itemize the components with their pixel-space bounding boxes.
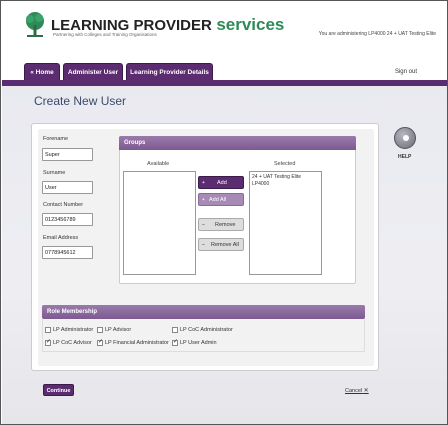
page-title: Create New User — [34, 94, 127, 108]
list-item[interactable]: LP4000 — [252, 181, 319, 188]
role-label-lp-user-admin: LP User Admin — [180, 340, 217, 346]
remove-all-button-label: Remove All — [211, 242, 239, 248]
remove-button-label: Remove — [215, 222, 236, 228]
contact-number-label: Contact Number — [43, 202, 84, 208]
close-icon: ✕ — [363, 388, 369, 394]
add-button-label: Add — [217, 180, 227, 186]
help-icon[interactable] — [394, 127, 416, 149]
role-checkbox-lp-coc-advisor[interactable] — [45, 338, 51, 346]
brand-tagline: Partnering with Colleges and Training Or… — [53, 32, 157, 37]
tab-learning-provider-details[interactable]: Learning Provider Details — [126, 63, 213, 81]
tab-home[interactable]: « Home — [24, 63, 60, 81]
remove-all-button[interactable]: – Remove All — [198, 238, 244, 251]
role-label-lp-coc-administrator: LP CoC Administrator — [180, 327, 233, 333]
role-checkbox-lp-administrator[interactable] — [45, 327, 51, 333]
available-groups-list[interactable] — [123, 171, 196, 275]
signout-link[interactable]: Sign out — [395, 69, 417, 75]
list-item[interactable]: 24 + UAT Testing Elite — [252, 174, 319, 181]
minus-icon: – — [202, 242, 205, 248]
role-checkbox-lp-advisor[interactable] — [97, 327, 103, 333]
brand-name-part2: services — [216, 15, 285, 34]
role-membership-area — [42, 319, 365, 352]
tab-administer-user[interactable]: Administer User — [63, 63, 123, 81]
role-label-lp-administrator: LP Administrator — [53, 327, 94, 333]
surname-field[interactable] — [42, 181, 93, 194]
tree-logo-icon — [26, 12, 44, 37]
add-button[interactable]: + Add — [198, 176, 244, 189]
app-window: LEARNING PROVIDER services Partnering wi… — [0, 0, 448, 425]
help-label[interactable]: HELP — [398, 154, 411, 160]
surname-label: Surname — [43, 170, 66, 176]
cancel-label: Cancel — [345, 388, 363, 394]
selected-groups-list[interactable]: 24 + UAT Testing Elite LP4000 — [249, 171, 322, 275]
plus-icon: + — [202, 197, 205, 203]
selected-label: Selected — [274, 161, 296, 167]
forename-label: Forename — [43, 136, 69, 142]
remove-button[interactable]: – Remove — [198, 218, 244, 231]
add-all-button-label: Add All — [209, 197, 227, 203]
plus-icon: + — [202, 180, 205, 186]
role-label-lp-coc-advisor: LP CoC Advisor — [53, 340, 92, 346]
role-label-lp-advisor: LP Advisor — [105, 327, 132, 333]
role-checkbox-lp-user-admin[interactable] — [172, 338, 178, 346]
email-label: Email Address — [43, 235, 79, 241]
cancel-link[interactable]: Cancel ✕ — [345, 387, 369, 394]
user-context-info: You are administering LP4000 24 + UAT Te… — [318, 31, 436, 37]
add-all-button[interactable]: + Add All — [198, 193, 244, 206]
email-field[interactable] — [42, 246, 93, 259]
available-label: Available — [147, 161, 170, 167]
role-checkbox-lp-financial-administrator[interactable] — [97, 338, 103, 346]
role-checkbox-lp-coc-administrator[interactable] — [172, 327, 178, 333]
groups-header: Groups — [119, 136, 356, 150]
minus-icon: – — [202, 222, 205, 228]
contact-number-field[interactable] — [42, 213, 93, 226]
continue-button[interactable]: Continue — [43, 384, 74, 396]
role-membership-header: Role Membership — [42, 305, 365, 319]
forename-field[interactable] — [42, 148, 93, 161]
role-label-lp-financial-administrator: LP Financial Administrator — [105, 340, 169, 346]
